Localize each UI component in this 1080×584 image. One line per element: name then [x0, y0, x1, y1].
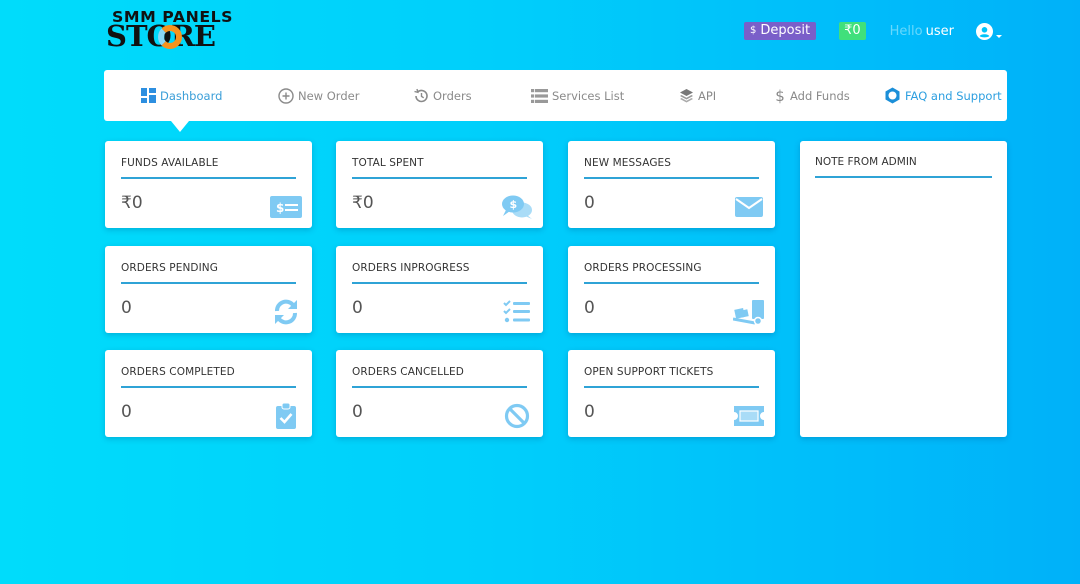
greeting: Hello user — [890, 24, 954, 39]
nav-item-services-list[interactable]: Services List — [531, 70, 624, 121]
chevron-down-icon — [995, 34, 1002, 38]
stat-card-orders-processing: ORDERS PROCESSING 0 — [568, 246, 775, 333]
nav-label: Orders — [433, 88, 472, 103]
card-value: 0 — [352, 298, 363, 318]
stat-card-new-messages: NEW MESSAGES 0 — [568, 141, 775, 228]
greeting-text: Hello — [889, 23, 923, 39]
card-title: ORDERS PENDING — [121, 262, 218, 274]
nav-label: FAQ and Support — [905, 88, 1002, 103]
card-divider — [121, 282, 296, 284]
stat-card-total-spent: TOTAL SPENT ₹0 $ — [336, 141, 543, 228]
nav-label: API — [698, 88, 717, 103]
nav-label: Dashboard — [160, 88, 223, 103]
user-menu-toggle[interactable] — [975, 22, 1002, 40]
nav-item-dashboard[interactable]: Dashboard — [141, 70, 222, 121]
card-divider — [352, 177, 527, 179]
money-bill-icon: $ — [270, 194, 302, 220]
nav-label: Services List — [552, 88, 625, 103]
dolly-icon — [733, 299, 765, 325]
card-title: FUNDS AVAILABLE — [121, 157, 219, 169]
card-divider — [352, 282, 527, 284]
card-title: OPEN SUPPORT TICKETS — [584, 366, 714, 378]
ticket-icon — [733, 403, 765, 429]
header-actions: $ Deposit ₹0 Hello user — [744, 21, 1002, 41]
brand-logo[interactable]: SMM PANELS STORE — [106, 8, 236, 52]
note-divider — [815, 176, 992, 178]
comments-dollar-icon: $ — [501, 194, 533, 220]
card-divider — [584, 386, 759, 388]
card-divider — [584, 282, 759, 284]
svg-text:$: $ — [276, 201, 284, 215]
username: user — [925, 23, 954, 39]
stat-card-open-support-tickets: OPEN SUPPORT TICKETS 0 — [568, 350, 775, 437]
card-value: ₹0 — [121, 193, 143, 213]
tasks-icon — [501, 299, 533, 325]
active-nav-pointer — [171, 121, 189, 132]
stat-card-orders-inprogress: ORDERS INPROGRESS 0 — [336, 246, 543, 333]
card-title: ORDERS CANCELLED — [352, 366, 464, 378]
nav-item-add-funds[interactable]: $ Add Funds — [774, 70, 850, 121]
plus-circle-icon — [278, 87, 294, 104]
main-nav: Dashboard New Order Orders Services List… — [104, 70, 1007, 121]
stat-card-orders-cancelled: ORDERS CANCELLED 0 — [336, 350, 543, 437]
stat-card-orders-pending: ORDERS PENDING 0 — [105, 246, 312, 333]
card-value: 0 — [121, 298, 132, 318]
admin-note-panel: NOTE FROM ADMIN — [800, 141, 1007, 437]
card-divider — [584, 177, 759, 179]
stat-card-orders-completed: ORDERS COMPLETED 0 — [105, 350, 312, 437]
card-value: 0 — [121, 402, 132, 422]
user-circle-icon — [975, 22, 993, 40]
nav-item-faq-support[interactable]: FAQ and Support — [884, 70, 1002, 121]
dollar-icon: $ — [750, 25, 757, 36]
ban-icon — [501, 403, 533, 429]
card-title: ORDERS PROCESSING — [584, 262, 702, 274]
card-title: ORDERS COMPLETED — [121, 366, 235, 378]
deposit-button[interactable]: $ Deposit — [744, 22, 817, 40]
history-icon — [414, 88, 428, 102]
svg-text:$: $ — [510, 198, 518, 211]
nav-item-new-order[interactable]: New Order — [278, 70, 359, 121]
dollar-icon: $ — [775, 86, 785, 105]
nav-item-orders[interactable]: Orders — [413, 70, 472, 121]
nav-label: New Order — [298, 88, 360, 103]
nav-label: Add Funds — [790, 88, 850, 103]
card-value: ₹0 — [352, 193, 374, 213]
card-divider — [121, 386, 296, 388]
balance-badge: ₹0 — [839, 22, 866, 40]
list-icon — [531, 88, 548, 103]
nav-item-api[interactable]: API — [679, 70, 716, 121]
sync-icon — [270, 299, 302, 325]
logo-ring-icon — [158, 25, 182, 49]
dashboard-icon — [141, 88, 156, 103]
envelope-icon — [733, 194, 765, 220]
card-title: TOTAL SPENT — [352, 157, 424, 169]
note-title: NOTE FROM ADMIN — [815, 156, 917, 168]
card-divider — [352, 386, 527, 388]
card-title: ORDERS INPROGRESS — [352, 262, 470, 274]
clipboard-check-icon — [270, 403, 302, 429]
card-title: NEW MESSAGES — [584, 157, 672, 169]
stat-card-funds-available: FUNDS AVAILABLE ₹0 $ — [105, 141, 312, 228]
card-value: 0 — [584, 193, 595, 213]
card-value: 0 — [584, 402, 595, 422]
gear-icon — [885, 87, 900, 104]
deposit-label: Deposit — [760, 23, 811, 38]
layers-icon — [680, 89, 693, 103]
card-value: 0 — [352, 402, 363, 422]
card-value: 0 — [584, 298, 595, 318]
card-divider — [121, 177, 296, 179]
